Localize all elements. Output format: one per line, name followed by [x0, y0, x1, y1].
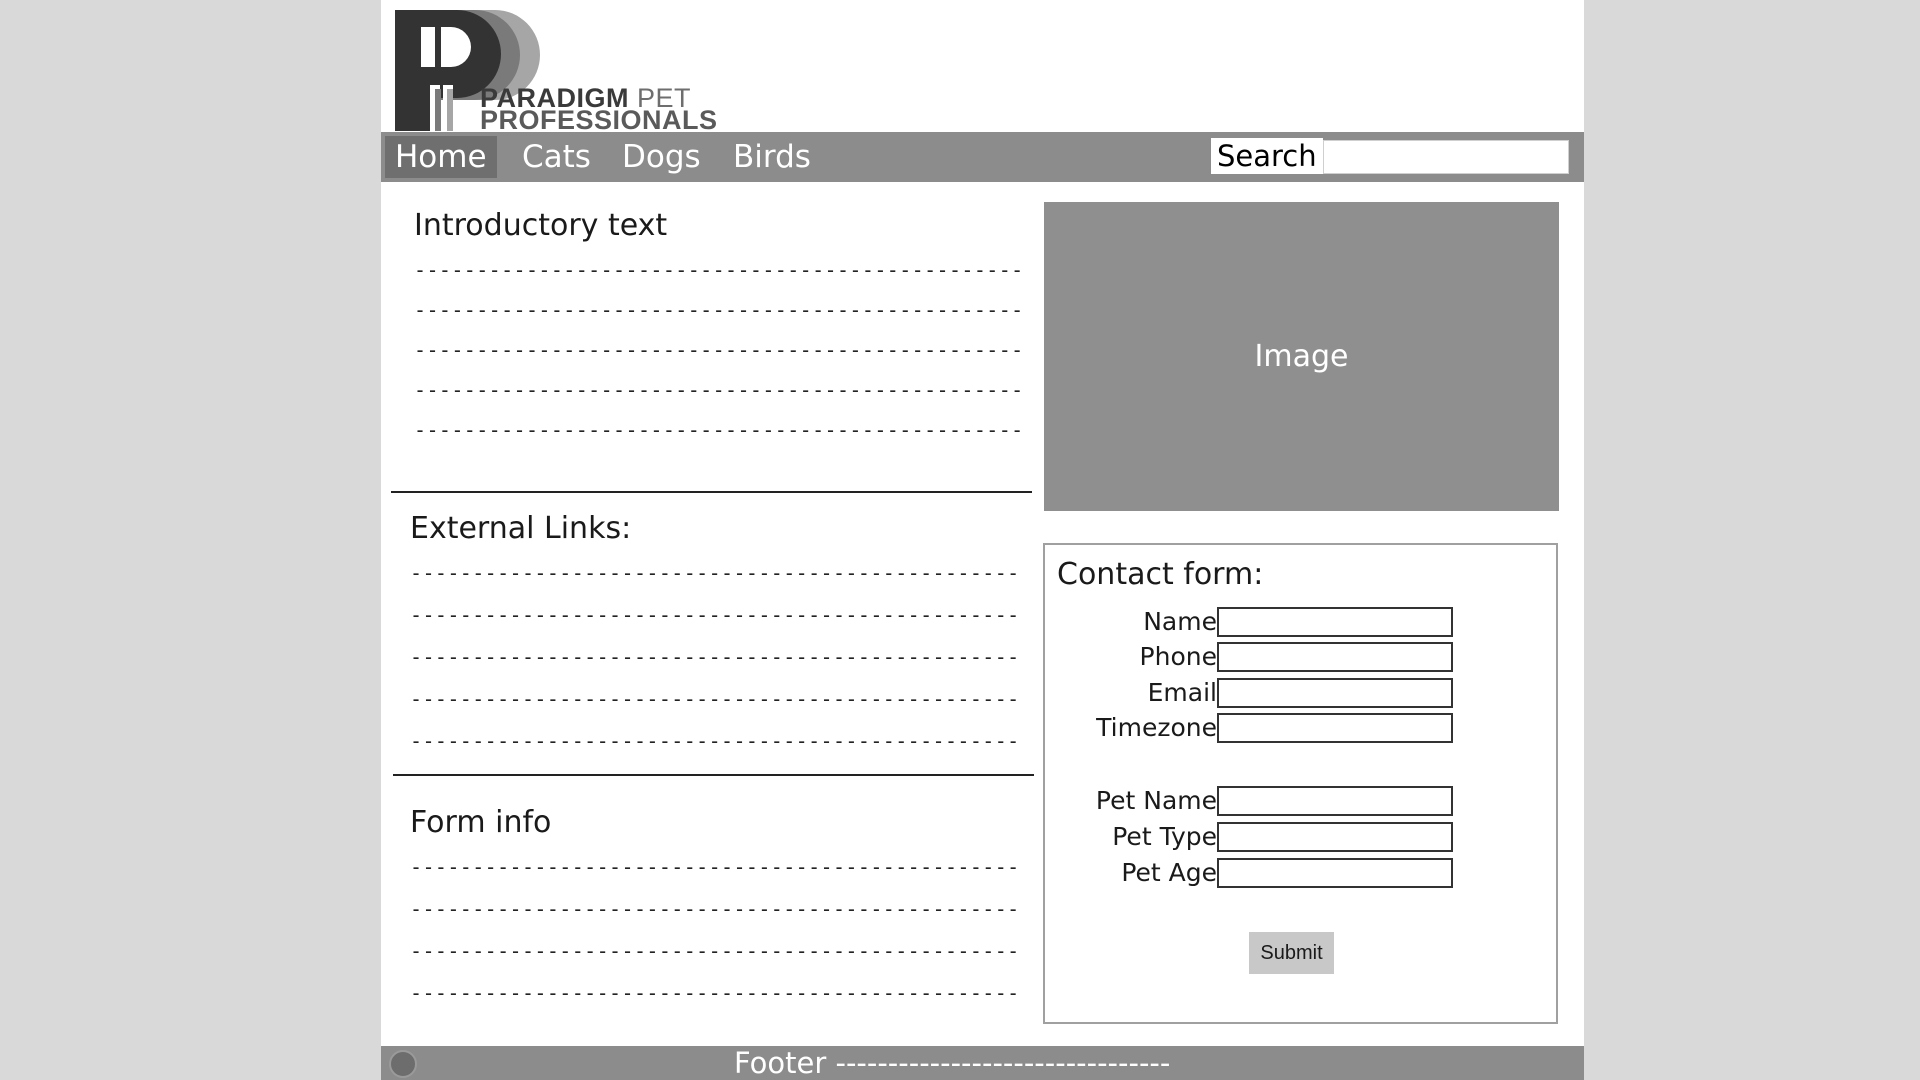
footer-text: Footer -------------------------------- [734, 1046, 1171, 1080]
brand-name-line2: PROFESSIONALS [480, 105, 718, 135]
intro-line: ----------------------------------------… [414, 340, 1020, 360]
form-row-email: Email [1045, 678, 1465, 708]
form-row-pet-type: Pet Type [1045, 822, 1465, 852]
intro-line: ----------------------------------------… [414, 260, 1020, 280]
section-divider [393, 774, 1034, 776]
image-label: Image [1254, 339, 1349, 374]
form-info-line: ----------------------------------------… [410, 941, 1016, 961]
email-label: Email [1147, 678, 1217, 707]
phone-field[interactable] [1217, 642, 1453, 672]
pet-name-field[interactable] [1217, 786, 1453, 816]
external-link[interactable]: ----------------------------------------… [410, 563, 1016, 583]
nav-item-dogs[interactable]: Dogs [612, 136, 711, 178]
contact-form-title: Contact form: [1057, 557, 1264, 592]
pet-name-label: Pet Name [1095, 786, 1217, 815]
email-field[interactable] [1217, 678, 1453, 708]
name-field[interactable] [1217, 607, 1453, 637]
intro-line: ----------------------------------------… [414, 380, 1020, 400]
form-row-timezone: Timezone [1045, 713, 1465, 743]
pet-type-label: Pet Type [1112, 822, 1217, 851]
form-info-line: ----------------------------------------… [410, 899, 1016, 919]
pet-type-field[interactable] [1217, 822, 1453, 852]
settings-icon[interactable] [389, 1050, 417, 1078]
links-title: External Links: [410, 511, 632, 546]
form-row-phone: Phone [1045, 642, 1465, 672]
search-label: Search [1211, 138, 1323, 174]
intro-line: ----------------------------------------… [414, 420, 1020, 440]
pet-age-field[interactable] [1217, 858, 1453, 888]
nav-item-cats[interactable]: Cats [512, 136, 601, 178]
form-row-name: Name [1045, 607, 1465, 637]
intro-title: Introductory text [414, 208, 668, 243]
section-divider [391, 491, 1032, 493]
form-info-line: ----------------------------------------… [410, 983, 1016, 1003]
timezone-field[interactable] [1217, 713, 1453, 743]
external-link[interactable]: ----------------------------------------… [410, 605, 1016, 625]
search-input[interactable] [1323, 140, 1569, 174]
timezone-label: Timezone [1096, 713, 1217, 742]
form-info-line: ----------------------------------------… [410, 857, 1016, 877]
form-info-title: Form info [410, 805, 552, 840]
name-label: Name [1143, 607, 1217, 636]
form-row-pet-age: Pet Age [1045, 858, 1465, 888]
page: PARADIGM PET PROFESSIONALS Home Cats Dog… [381, 0, 1584, 1080]
external-link[interactable]: ----------------------------------------… [410, 689, 1016, 709]
contact-form: Contact form: Name Phone Email Timezone … [1043, 543, 1558, 1024]
external-link[interactable]: ----------------------------------------… [410, 731, 1016, 751]
brand-logo[interactable]: PARADIGM PET PROFESSIONALS [395, 5, 718, 135]
footer: Footer -------------------------------- [381, 1046, 1584, 1080]
form-row-pet-name: Pet Name [1045, 786, 1465, 816]
main-nav: Home Cats Dogs Birds Search [381, 132, 1584, 182]
nav-item-home[interactable]: Home [385, 136, 497, 178]
phone-label: Phone [1139, 642, 1217, 671]
image-placeholder: Image [1044, 202, 1559, 511]
intro-line: ----------------------------------------… [414, 300, 1020, 320]
nav-item-birds[interactable]: Birds [723, 136, 821, 178]
pet-age-label: Pet Age [1121, 858, 1217, 887]
external-link[interactable]: ----------------------------------------… [410, 647, 1016, 667]
submit-button[interactable]: Submit [1249, 932, 1334, 974]
